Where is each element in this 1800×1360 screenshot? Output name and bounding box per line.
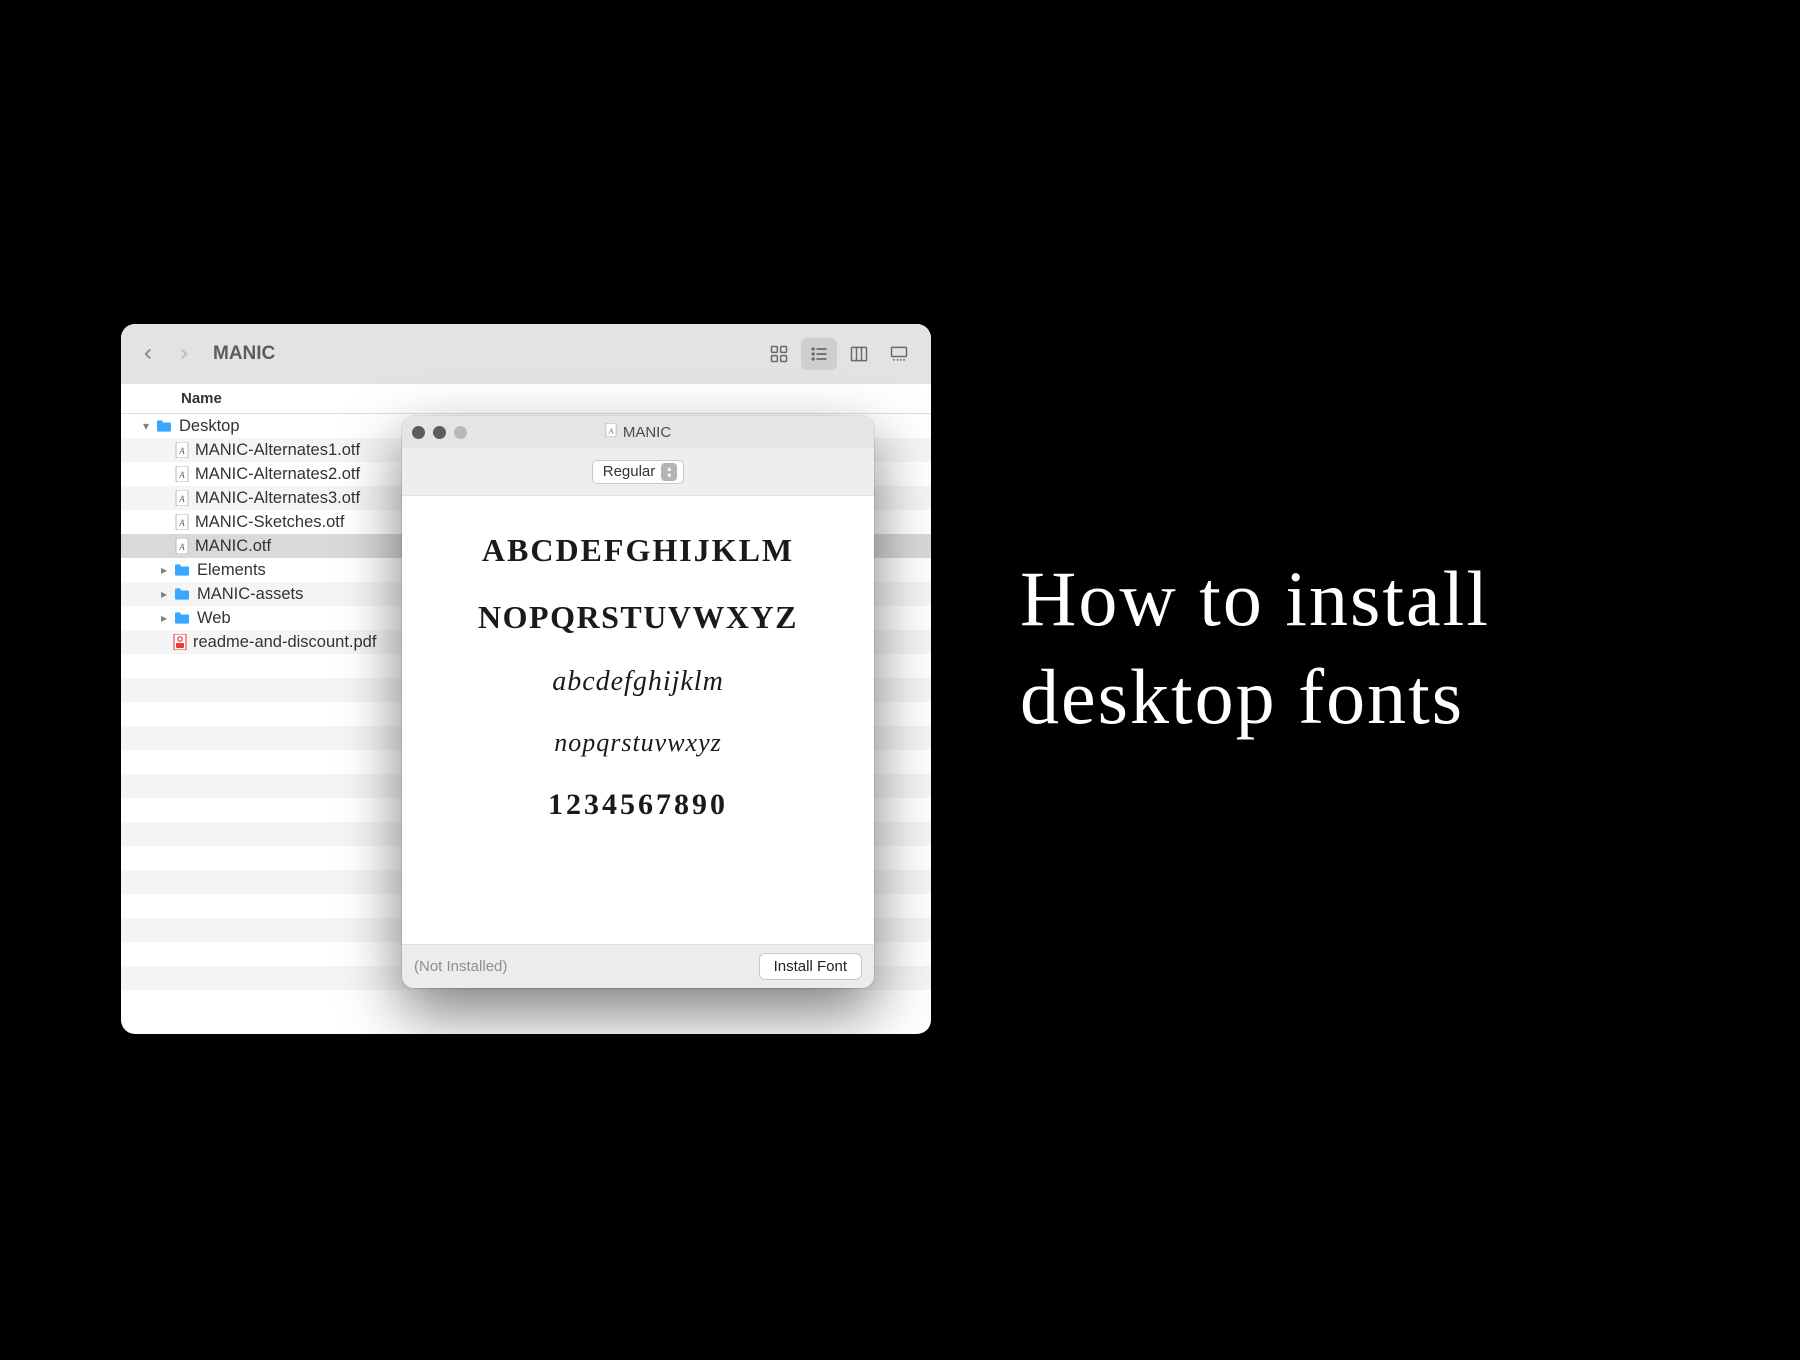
sample-line: NOPQRSTUVWXYZ — [478, 599, 798, 636]
file-label: MANIC-Alternates3.otf — [195, 489, 360, 508]
folder-icon — [155, 419, 173, 433]
sample-line: nopqrstuvwxyz — [554, 728, 722, 758]
icon-view-button[interactable] — [761, 338, 797, 370]
window-controls — [412, 426, 467, 439]
svg-text:A: A — [178, 518, 185, 528]
page-heading: How to install desktop fonts — [1020, 550, 1490, 745]
chevron-right-icon[interactable]: ▸ — [157, 611, 171, 625]
back-button[interactable] — [135, 341, 161, 367]
folder-label: MANIC-assets — [197, 585, 303, 604]
minimize-button[interactable] — [433, 426, 446, 439]
chevron-right-icon[interactable]: ▸ — [157, 587, 171, 601]
font-file-icon: A — [175, 490, 189, 506]
fontbook-title: MANIC — [623, 424, 671, 441]
svg-text:A: A — [607, 426, 613, 435]
column-view-button[interactable] — [841, 338, 877, 370]
stepper-icon[interactable] — [661, 463, 677, 481]
folder-label: Elements — [197, 561, 266, 580]
file-label: MANIC-Sketches.otf — [195, 513, 344, 532]
maximize-button[interactable] — [454, 426, 467, 439]
empty-row — [121, 990, 931, 1014]
folder-label: Desktop — [179, 417, 240, 436]
folder-icon — [173, 611, 191, 625]
svg-text:A: A — [178, 470, 185, 480]
column-header-name[interactable]: Name — [121, 384, 931, 414]
sample-line: 1234567890 — [548, 788, 728, 822]
heading-line-1: How to install — [1020, 550, 1490, 648]
fontbook-footer: (Not Installed) Install Font — [402, 944, 874, 988]
folder-label: Web — [197, 609, 231, 628]
folder-icon — [173, 563, 191, 577]
fontbook-window: A MANIC Regular ABCDEFGHIJKLM NOPQRSTUVW… — [402, 416, 874, 988]
style-toolbar: Regular — [402, 448, 874, 496]
file-label: MANIC-Alternates1.otf — [195, 441, 360, 460]
sample-line: ABCDEFGHIJKLM — [482, 532, 794, 569]
pdf-file-icon — [173, 634, 187, 650]
close-button[interactable] — [412, 426, 425, 439]
chevron-down-icon[interactable]: ▾ — [139, 419, 153, 433]
heading-line-2: desktop fonts — [1020, 648, 1490, 746]
svg-text:A: A — [178, 494, 185, 504]
finder-title: MANIC — [213, 343, 275, 365]
folder-icon — [173, 587, 191, 601]
svg-text:A: A — [178, 542, 185, 552]
svg-text:A: A — [178, 446, 185, 456]
chevron-right-icon[interactable]: ▸ — [157, 563, 171, 577]
view-mode-group — [761, 338, 917, 370]
font-file-icon: A — [175, 442, 189, 458]
sample-line: abcdefghijklm — [552, 666, 724, 698]
style-select-label: Regular — [603, 463, 656, 480]
install-font-button[interactable]: Install Font — [759, 953, 862, 980]
install-status: (Not Installed) — [414, 958, 507, 975]
gallery-view-button[interactable] — [881, 338, 917, 370]
font-preview-area: ABCDEFGHIJKLM NOPQRSTUVWXYZ abcdefghijkl… — [402, 496, 874, 944]
style-select[interactable]: Regular — [592, 460, 685, 484]
font-file-icon: A — [605, 423, 617, 441]
font-file-icon: A — [175, 466, 189, 482]
font-file-icon: A — [175, 538, 189, 554]
forward-button[interactable] — [171, 341, 197, 367]
finder-toolbar: MANIC — [121, 324, 931, 384]
file-label: MANIC.otf — [195, 537, 271, 556]
list-view-button[interactable] — [801, 338, 837, 370]
file-label: readme-and-discount.pdf — [193, 633, 376, 652]
file-label: MANIC-Alternates2.otf — [195, 465, 360, 484]
font-file-icon: A — [175, 514, 189, 530]
fontbook-titlebar[interactable]: A MANIC — [402, 416, 874, 448]
